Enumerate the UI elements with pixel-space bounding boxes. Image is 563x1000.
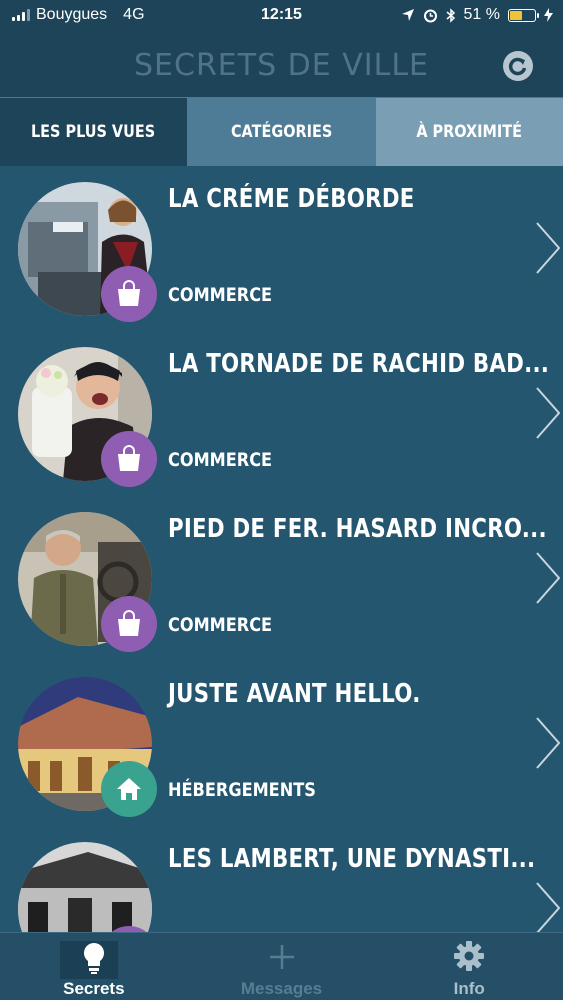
chevron-right-icon (536, 717, 561, 769)
item-category: COMMERCE (168, 614, 273, 636)
item-title: LA TORNADE DE RACHID BAD... (168, 349, 550, 379)
shopping-bag-icon (118, 610, 140, 636)
shopping-bag-icon (118, 280, 140, 306)
bottom-tab-bar: Secrets Messages Info (0, 932, 563, 1000)
lightbulb-icon (83, 943, 104, 974)
item-category: COMMERCE (168, 449, 273, 471)
tab-label: CATÉGORIES (230, 122, 333, 142)
list-item[interactable]: LES LAMBERT, UNE DYNASTI... (0, 826, 563, 932)
alarm-icon (423, 9, 437, 22)
tabbar-secrets[interactable]: Secrets (0, 933, 188, 1000)
category-badge (101, 596, 157, 652)
list-item[interactable]: PIED DE FER. HASARD INCRO... COMMERCE (0, 496, 563, 661)
list-item[interactable]: LA TORNADE DE RACHID BAD... COMMERCE (0, 331, 563, 496)
tab-nearby[interactable]: À PROXIMITÉ (376, 98, 563, 166)
segment-tabs: LES PLUS VUES CATÉGORIES À PROXIMITÉ (0, 98, 563, 166)
battery-icon (508, 8, 539, 22)
item-title: LA CRÉME DÉBORDE (168, 184, 415, 214)
charging-bolt-icon (544, 8, 553, 22)
category-badge (101, 431, 157, 487)
list-item[interactable]: JUSTE AVANT HELLO. HÉBERGEMENTS (0, 661, 563, 826)
item-title: JUSTE AVANT HELLO. (168, 679, 421, 709)
tabbar-label: Secrets (63, 979, 125, 998)
category-badge (101, 761, 157, 817)
chevron-right-icon (536, 222, 561, 274)
battery-percent: 51 % (463, 6, 500, 23)
item-title: LES LAMBERT, UNE DYNASTI... (168, 844, 536, 874)
app-header: SECRETS DE VILLE (0, 32, 563, 98)
tab-most-viewed[interactable]: LES PLUS VUES (0, 98, 187, 166)
app-title: SECRETS DE VILLE (134, 48, 429, 83)
tabbar-info[interactable]: Info (375, 933, 563, 1000)
tabbar-label: Messages (240, 979, 323, 998)
chevron-right-icon (536, 387, 561, 439)
chevron-right-icon (536, 552, 561, 604)
plus-icon (269, 945, 294, 969)
gear-icon (454, 941, 485, 971)
tab-label: À PROXIMITÉ (416, 122, 523, 142)
item-thumbnail (18, 842, 152, 932)
item-category: HÉBERGEMENTS (168, 779, 316, 801)
list-item[interactable]: LA CRÉME DÉBORDE COMMERCE (0, 166, 563, 331)
item-category: COMMERCE (168, 284, 273, 306)
chevron-right-icon (536, 882, 561, 932)
tab-label: LES PLUS VUES (31, 122, 156, 142)
category-badge (101, 266, 157, 322)
item-title: PIED DE FER. HASARD INCRO... (168, 514, 547, 544)
tabbar-messages[interactable]: Messages (188, 933, 376, 1000)
refresh-button[interactable] (503, 51, 533, 81)
secrets-list: LA CRÉME DÉBORDE COMMERCE LA TORNADE DE … (0, 166, 563, 932)
shopping-bag-icon (118, 445, 140, 471)
house-icon (117, 778, 141, 800)
location-arrow-icon (401, 9, 414, 21)
bluetooth-icon (446, 7, 455, 23)
tab-categories[interactable]: CATÉGORIES (187, 98, 376, 166)
status-bar: Bouygues 4G 12:15 51 % (0, 0, 563, 32)
tabbar-label: Info (453, 979, 485, 998)
refresh-icon (508, 57, 527, 76)
